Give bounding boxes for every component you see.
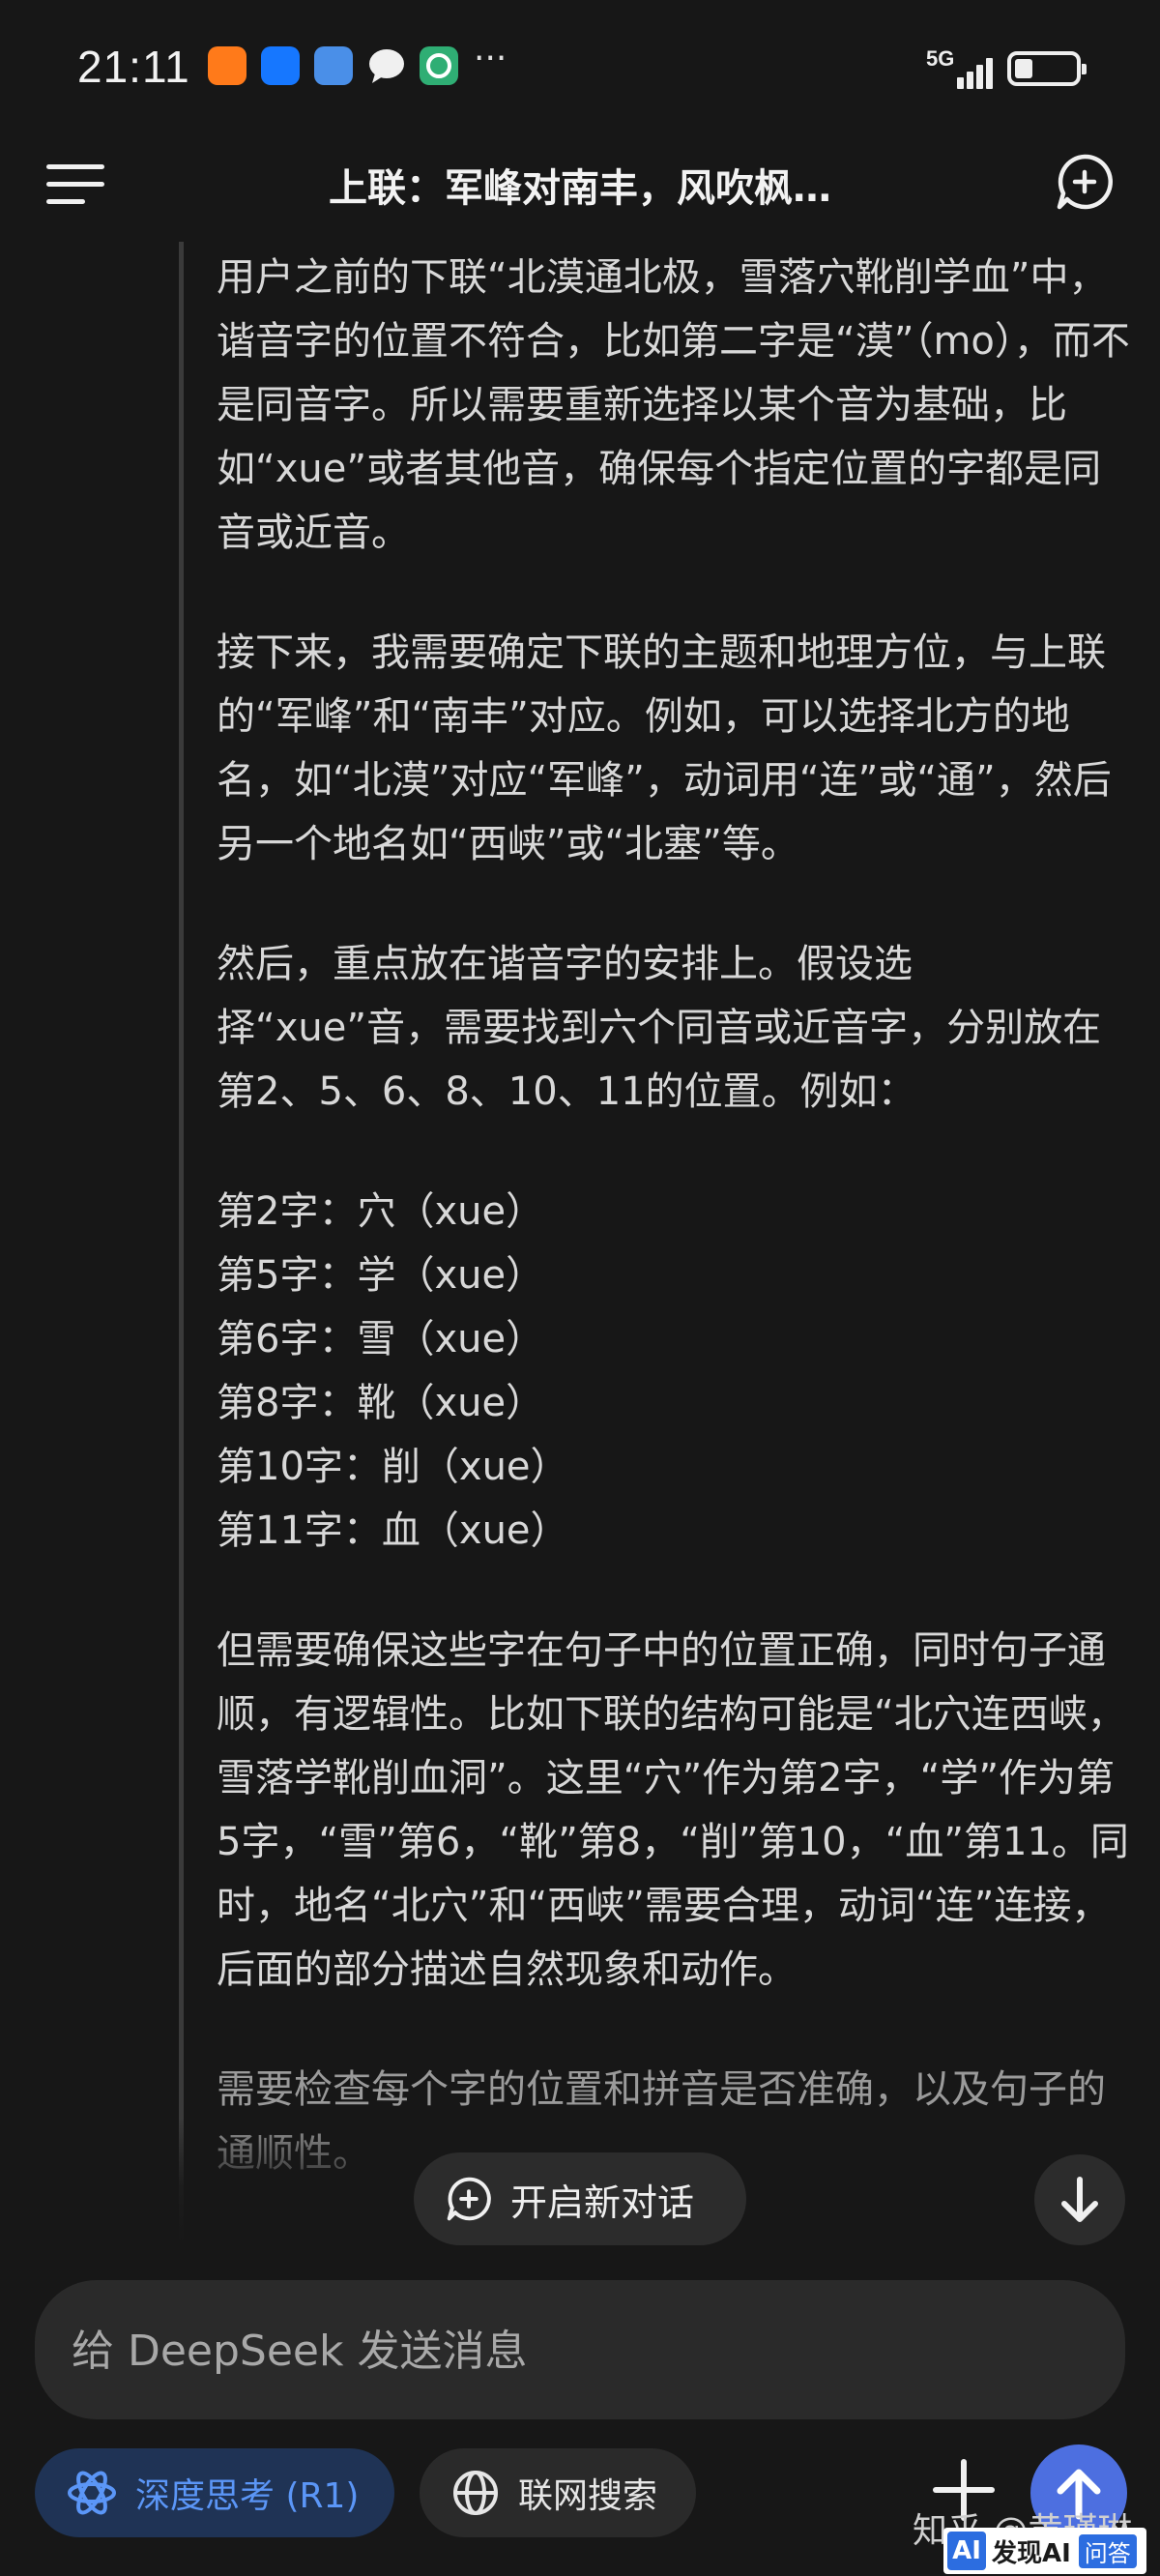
menu-icon[interactable] xyxy=(46,164,104,204)
site-logo: AI xyxy=(947,2532,986,2570)
scroll-to-bottom-button[interactable] xyxy=(1034,2154,1125,2245)
thinking-paragraph: 用户之前的下联“北漠通北极，雪落穴靴削学血”中，谐音字的位置不符合，比如第二字是… xyxy=(217,255,1130,555)
list-item: 第5字：学（xue） xyxy=(217,1253,545,1298)
globe-icon xyxy=(453,2471,498,2515)
battery-icon xyxy=(1007,51,1087,86)
chat-title: 上联：军峰对南丰，风吹枫… xyxy=(329,166,831,211)
message-composer xyxy=(35,2280,1125,2421)
new-chat-button[interactable]: 开启新对话 xyxy=(414,2152,746,2245)
new-chat-icon[interactable] xyxy=(1054,151,1116,213)
web-search-toggle[interactable]: 联网搜索 xyxy=(420,2448,696,2537)
message-input[interactable] xyxy=(70,2280,1088,2421)
thinking-paragraph: 但需要确保这些字在句子中的位置正确，同时句子通顺，有逻辑性。比如下联的结构可能是… xyxy=(217,1628,1129,1992)
list-item: 第6字：雪（xue） xyxy=(217,1317,545,1361)
list-item: 第8字：靴（xue） xyxy=(217,1381,545,1425)
status-bar: 21:11 ··· 5G xyxy=(0,0,1160,135)
xue-character-list: 第2字：穴（xue） 第5字：学（xue） 第6字：雪（xue） 第8字：靴（x… xyxy=(217,1180,1135,1563)
list-item: 第2字：穴（xue） xyxy=(217,1189,545,1234)
atom-icon xyxy=(68,2471,116,2515)
thinking-paragraph: 接下来，我需要确定下联的主题和地理方位，与上联的“军峰”和“南丰”对应。例如，可… xyxy=(217,630,1112,866)
web-search-label: 联网搜索 xyxy=(518,2476,658,2516)
chatgpt-app-icon xyxy=(420,46,458,85)
new-chat-icon xyxy=(447,2177,491,2221)
site-tag: 问答 xyxy=(1078,2533,1137,2568)
thinking-indent-bar xyxy=(179,242,184,2243)
site-watermark-badge: AI 发现AI 问答 xyxy=(943,2528,1146,2574)
list-item: 第10字：削（xue） xyxy=(217,1445,569,1489)
weather-app-icon xyxy=(314,46,353,85)
deep-think-label: 深度思考 (R1) xyxy=(135,2476,360,2516)
thinking-content: 用户之前的下联“北漠通北极，雪落穴靴削学血”中，谐音字的位置不符合，比如第二字是… xyxy=(217,242,1135,2243)
site-name: 发现AI xyxy=(992,2538,1071,2568)
list-item: 第11字：血（xue） xyxy=(217,1508,569,1553)
deep-think-toggle[interactable]: 深度思考 (R1) xyxy=(35,2448,394,2537)
more-notifications-icon: ··· xyxy=(474,39,508,78)
status-time: 21:11 xyxy=(77,42,190,92)
thinking-paragraph: 然后，重点放在谐音字的安排上。假设选择“xue”音，需要找到六个同音或近音字，分… xyxy=(217,942,1102,1114)
new-chat-label: 开启新对话 xyxy=(510,2181,695,2224)
arrow-down-icon xyxy=(1061,2177,1098,2222)
alipay-app-icon xyxy=(261,46,300,85)
taobao-app-icon xyxy=(208,46,246,85)
chat-header: 上联：军峰对南丰，风吹枫… xyxy=(0,135,1160,242)
message-bubble-icon xyxy=(367,46,406,85)
network-type: 5G xyxy=(926,46,955,71)
